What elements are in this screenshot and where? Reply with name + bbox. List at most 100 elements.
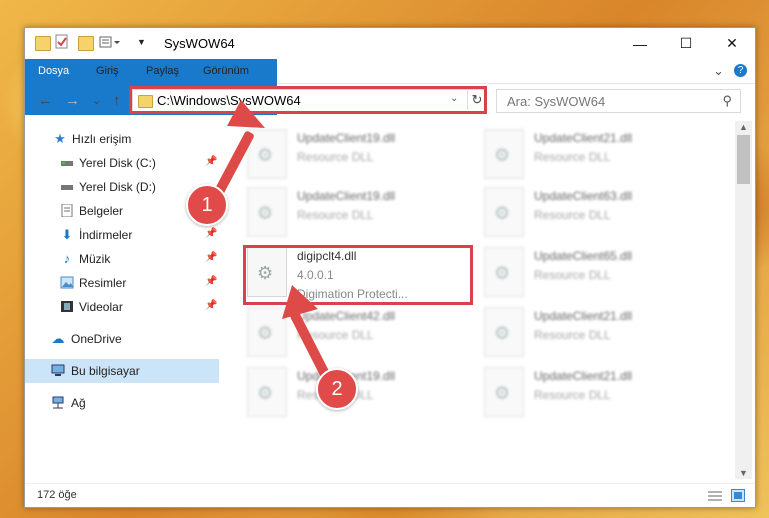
quick-access-toolbar-dropdown-icon[interactable]: ▼ [137, 37, 151, 50]
sidebar-item-pictures[interactable]: Resimler 📌 [25, 271, 219, 295]
scroll-up-icon[interactable]: ▲ [739, 122, 748, 132]
file-description: Resource DLL [534, 150, 611, 164]
annotation-arrowhead-2 [282, 285, 322, 324]
sidebar-item-network[interactable]: Ağ [25, 391, 219, 415]
dll-file-icon: ⚙ [484, 129, 524, 179]
item-count: 172 öğe [37, 489, 77, 501]
sidebar-item-label: Ağ [71, 396, 86, 410]
file-description: Resource DLL [297, 208, 374, 222]
sidebar-item-disk-c[interactable]: Yerel Disk (C:) 📌 [25, 151, 219, 175]
file-description: Resource DLL [534, 208, 611, 222]
sidebar-item-label: Yerel Disk (D:) [79, 180, 156, 194]
forward-button[interactable]: → [65, 92, 80, 109]
star-icon: ★ [54, 131, 66, 146]
network-icon [51, 396, 65, 409]
search-input[interactable]: Ara: SysWOW64 [507, 94, 605, 109]
cloud-icon: ☁ [51, 331, 65, 346]
tab-home[interactable]: Giriş [96, 59, 119, 83]
pin-icon: 📌 [205, 276, 218, 287]
tab-share[interactable]: Paylaş [146, 59, 179, 83]
details-view-icon[interactable] [707, 490, 723, 505]
sidebar-item-quick-access[interactable]: ★ Hızlı erişim [25, 127, 219, 151]
file-tile[interactable]: ⚙ UpdateClient21.dll Resource DLL [484, 307, 710, 363]
new-folder-icon[interactable] [78, 36, 94, 51]
file-tile[interactable]: ⚙ UpdateClient65.dll Resource DLL [484, 247, 710, 303]
file-tile[interactable]: ⚙ UpdateClient42.dll Resource DLL [247, 307, 473, 363]
address-highlight-box [129, 86, 487, 114]
music-icon: ♪ [63, 251, 71, 266]
dll-file-icon: ⚙ [484, 187, 524, 237]
tab-view[interactable]: Görünüm [203, 59, 249, 83]
recent-locations-button[interactable]: ⌄ [92, 94, 101, 107]
file-name: UpdateClient21.dll [534, 309, 633, 323]
up-button[interactable]: ↑ [113, 92, 121, 109]
file-name: UpdateClient63.dll [534, 189, 633, 203]
dll-file-icon: ⚙ [247, 367, 287, 417]
file-tile[interactable]: ⚙ UpdateClient19.dll Resource DLL [247, 367, 473, 423]
help-icon[interactable]: ? [734, 64, 747, 77]
tiles-view-icon[interactable] [731, 489, 745, 505]
search-icon[interactable]: ⚲ [722, 93, 732, 109]
file-description: Resource DLL [534, 388, 611, 402]
step-2-badge: 2 [316, 368, 358, 410]
explorer-window: ▼ SysWOW64 — ☐ ✕ Dosya Giriş Paylaş Görü… [24, 27, 756, 508]
sidebar-item-label: Müzik [79, 252, 111, 266]
sidebar-item-music[interactable]: ♪ Müzik 📌 [25, 247, 219, 271]
file-tile[interactable]: ⚙ UpdateClient19.dll Resource DLL [247, 187, 473, 243]
dll-file-icon: ⚙ [484, 247, 524, 297]
file-description: Resource DLL [534, 328, 611, 342]
back-button[interactable]: ← [38, 92, 53, 109]
file-name: UpdateClient21.dll [534, 369, 633, 383]
file-description: Resource DLL [297, 150, 374, 164]
status-bar: 172 öğe [25, 483, 755, 507]
vertical-scrollbar[interactable]: ▲ ▼ [735, 121, 752, 479]
minimize-button[interactable]: — [617, 28, 663, 59]
dll-file-icon: ⚙ [484, 367, 524, 417]
window-title: SysWOW64 [164, 36, 235, 51]
sidebar-item-label: İndirmeler [79, 228, 133, 242]
step-1-badge: 1 [186, 184, 228, 226]
sidebar-item-label: Hızlı erişim [72, 132, 132, 146]
sidebar-item-label: Belgeler [79, 204, 124, 218]
file-name: UpdateClient19.dll [297, 131, 396, 145]
sidebar-item-label: OneDrive [71, 332, 122, 346]
file-name: UpdateClient21.dll [534, 131, 633, 145]
file-description: Resource DLL [534, 268, 611, 282]
close-button[interactable]: ✕ [709, 28, 755, 59]
title-bar: ▼ SysWOW64 — ☐ ✕ [25, 28, 755, 59]
annotation-arrowhead-1 [225, 100, 265, 137]
sidebar-item-label: Resimler [79, 276, 127, 290]
sidebar-item-onedrive[interactable]: ☁ OneDrive [25, 327, 219, 351]
sidebar-item-videos[interactable]: Videolar 📌 [25, 295, 219, 319]
video-icon [60, 300, 74, 313]
file-tile[interactable]: ⚙ UpdateClient21.dll Resource DLL [484, 367, 710, 423]
customize-icon[interactable] [99, 35, 120, 48]
documents-icon [60, 203, 74, 218]
dll-file-icon: ⚙ [247, 307, 287, 357]
file-tile[interactable]: ⚙ UpdateClient63.dll Resource DLL [484, 187, 710, 243]
pin-icon: 📌 [205, 300, 218, 311]
computer-icon [51, 364, 65, 377]
pictures-icon [60, 276, 74, 289]
sidebar-item-this-pc[interactable]: Bu bilgisayar [25, 359, 219, 383]
pin-icon: 📌 [205, 228, 218, 239]
navigation-bar: ← → ⌄ ↑ C:\Windows\SysWOW64 ⌄ ↻ Ara: Sys… [25, 84, 755, 118]
sidebar-item-label: Bu bilgisayar [71, 364, 140, 378]
properties-icon[interactable] [55, 34, 69, 50]
ribbon-expand-icon[interactable]: ⌄ [713, 59, 724, 83]
download-icon: ⬇ [61, 227, 73, 242]
search-box[interactable]: Ara: SysWOW64 ⚲ [496, 89, 741, 113]
file-tile[interactable]: ⚙ UpdateClient21.dll Resource DLL [484, 129, 710, 185]
scroll-down-icon[interactable]: ▼ [739, 468, 748, 478]
file-name: UpdateClient19.dll [297, 189, 396, 203]
pin-icon: 📌 [205, 252, 218, 263]
file-tile[interactable]: ⚙ UpdateClient19.dll Resource DLL [247, 129, 473, 185]
dll-file-icon: ⚙ [484, 307, 524, 357]
sidebar-item-downloads[interactable]: ⬇ İndirmeler 📌 [25, 223, 219, 247]
drive-icon [60, 156, 74, 169]
ribbon-tabs: Dosya Giriş Paylaş Görünüm ⌄ ? [25, 59, 755, 115]
file-highlight-box [243, 245, 473, 305]
scrollbar-thumb[interactable] [737, 135, 750, 184]
sidebar-item-label: Yerel Disk (C:) [79, 156, 156, 170]
maximize-button[interactable]: ☐ [663, 28, 709, 59]
